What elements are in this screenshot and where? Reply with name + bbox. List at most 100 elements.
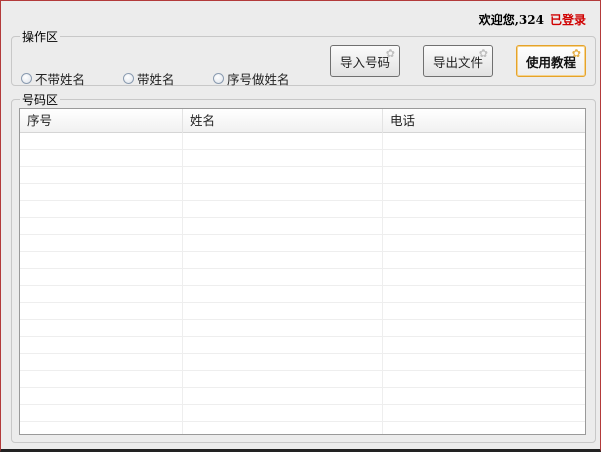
numbers-legend: 号码区 [22,93,59,107]
radio-circle-icon [213,73,224,84]
table-header: 序号 姓名 电话 [20,109,585,133]
table-row [20,218,585,235]
table-row [20,388,585,405]
table-row [20,286,585,303]
table-cell [383,286,585,302]
table-row [20,235,585,252]
table-cell [183,405,383,421]
table-cell [183,201,383,217]
table-cell [183,337,383,353]
table-cell [20,303,183,319]
radio-with-name[interactable]: 带姓名 [123,69,175,88]
table-cell [383,303,585,319]
table-row [20,184,585,201]
main-window: 欢迎您,324 已登录 操作区 不带姓名 带姓名 序号做姓名 导入号码 ✿ 导出文… [0,0,601,452]
table-row [20,422,585,434]
table-cell [183,218,383,234]
table-row [20,252,585,269]
table-cell [20,218,183,234]
table-row [20,133,585,150]
button-label: 导入号码 [339,54,390,70]
radio-circle-icon [123,73,134,84]
decoration-icon: ✿ [478,47,488,60]
table-cell [383,218,585,234]
radio-label: 带姓名 [137,72,175,87]
table-row [20,269,585,286]
table-cell [183,354,383,370]
table-cell [183,303,383,319]
table-row [20,337,585,354]
table-cell [20,371,183,387]
login-status-bar: 欢迎您,324 已登录 [479,11,586,28]
table-cell [20,320,183,336]
radio-no-name[interactable]: 不带姓名 [21,69,85,88]
table-cell [183,235,383,251]
table-cell [20,150,183,166]
column-header-name[interactable]: 姓名 [183,109,383,133]
column-header-index[interactable]: 序号 [20,109,183,133]
login-status-label: 已登录 [549,13,586,27]
table-cell [183,252,383,268]
table-cell [383,337,585,353]
operations-legend: 操作区 [22,30,59,44]
table-cell [183,184,383,200]
operations-group: 操作区 不带姓名 带姓名 序号做姓名 [11,28,596,88]
table-cell [20,201,183,217]
numbers-table[interactable]: 序号 姓名 电话 [19,108,586,435]
table-cell [383,133,585,149]
table-cell [20,337,183,353]
table-row [20,354,585,371]
table-cell [383,320,585,336]
table-row [20,303,585,320]
column-header-phone[interactable]: 电话 [383,109,585,133]
export-file-button[interactable]: 导出文件 ✿ [423,45,493,77]
radio-circle-icon [21,73,32,84]
table-cell [383,388,585,404]
table-cell [383,422,585,434]
table-cell [183,371,383,387]
decoration-icon: ✿ [385,47,395,60]
table-cell [383,354,585,370]
table-row [20,150,585,167]
table-cell [183,269,383,285]
import-numbers-button[interactable]: 导入号码 ✿ [330,45,400,77]
table-cell [383,405,585,421]
table-row [20,320,585,337]
table-cell [20,167,183,183]
table-cell [383,201,585,217]
table-cell [20,235,183,251]
button-label: 使用教程 [525,54,576,70]
table-cell [20,422,183,434]
table-cell [20,354,183,370]
table-cell [183,320,383,336]
welcome-text: 欢迎您,324 [478,13,544,27]
table-cell [183,422,383,434]
table-cell [383,252,585,268]
table-cell [20,269,183,285]
radio-index-as-name[interactable]: 序号做姓名 [213,69,290,88]
table-cell [383,150,585,166]
table-body [20,133,585,434]
table-cell [183,133,383,149]
button-label: 导出文件 [432,54,483,70]
table-row [20,405,585,422]
table-row [20,201,585,218]
radio-label: 不带姓名 [35,72,86,87]
table-cell [20,184,183,200]
table-cell [20,405,183,421]
table-cell [20,252,183,268]
table-cell [20,286,183,302]
table-cell [183,167,383,183]
radio-label: 序号做姓名 [227,72,290,87]
tutorial-button[interactable]: 使用教程 ✿ [516,45,586,77]
table-cell [383,184,585,200]
table-cell [383,167,585,183]
table-row [20,371,585,388]
table-cell [383,269,585,285]
table-cell [183,150,383,166]
table-cell [383,371,585,387]
table-row [20,167,585,184]
table-cell [383,235,585,251]
table-cell [183,286,383,302]
table-cell [20,133,183,149]
